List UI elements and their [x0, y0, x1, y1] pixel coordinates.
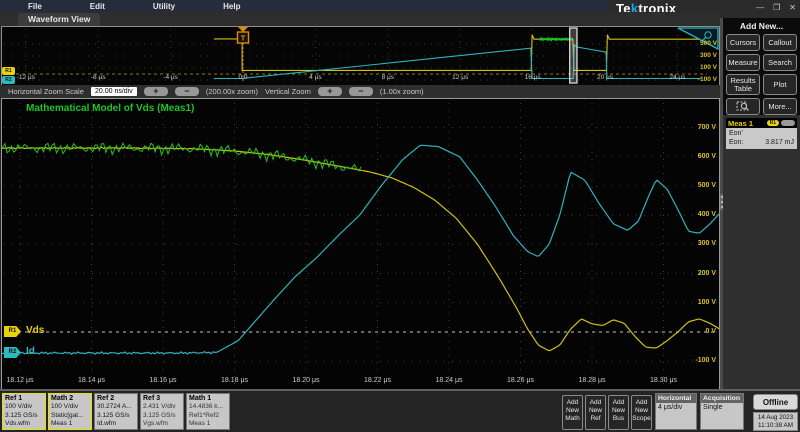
badge-ref2[interactable]: Ref 2 30.2724 A...3.125 GS/sId.wfm [94, 393, 138, 430]
overview-x-tick-label: 20 μs [588, 74, 622, 81]
overview-x-tick-label: 12 μs [443, 74, 477, 81]
y-tick-label: 300 V [676, 240, 716, 247]
zoom-waveform-view[interactable]: Mathematical Model of Vds (Meas1) R1 Vds… [1, 98, 720, 390]
vds-trace-label: Vds [26, 325, 44, 336]
badge-ref1[interactable]: Ref 1 100 V/div3.125 GS/sVds.wfm [2, 393, 46, 430]
vertical-zoom-label: Vertical Zoom [265, 87, 311, 96]
v-zoom-factor-label: (1.00x zoom) [380, 87, 424, 96]
id-trace [2, 145, 719, 354]
plot-button[interactable]: Plot [763, 74, 797, 95]
menu-utility[interactable]: Utility [153, 2, 175, 11]
waveform-overview[interactable]: T R1 R2 -12 μs-8 μs-4 μs0.04 μs8 μs12 μs… [1, 26, 720, 86]
acquisition-panel[interactable]: Acquisition Single [700, 393, 744, 430]
zoom-controls-bar: Horizontal Zoom Scale 20.00 ns/div + − (… [0, 85, 720, 98]
horizontal-panel[interactable]: Horizontal 4 μs/div [655, 393, 697, 430]
overview-x-tick-label: -8 μs [81, 74, 115, 81]
x-tick-label: 18.24 μs [427, 377, 471, 384]
add-new-ref-button[interactable]: AddNewRef [585, 395, 606, 430]
menu-help[interactable]: Help [223, 2, 240, 11]
horizontal-zoom-scale-input[interactable]: 20.00 ns/div [91, 87, 137, 96]
v-zoom-plus-button[interactable]: + [318, 87, 342, 96]
x-tick-label: 18.12 μs [0, 377, 42, 384]
h-zoom-plus-button[interactable]: + [144, 87, 168, 96]
x-tick-label: 18.22 μs [356, 377, 400, 384]
badge-math1[interactable]: Math 1 14.4836 k...Ref1*Ref2Meas 1 [186, 393, 230, 430]
oscilloscope-screen: File Edit Utility Help Tektronix — ❐ ✕ W… [0, 0, 800, 432]
meas1-stat-label: Eon: [729, 138, 743, 147]
datetime-display: 14 Aug 2023 11:10:38 AM [753, 412, 798, 431]
overview-x-tick-label: 4 μs [298, 74, 332, 81]
zoom-overview-button[interactable] [726, 98, 760, 115]
y-tick-label: 500 V [676, 182, 716, 189]
v-zoom-minus-button[interactable]: − [349, 87, 373, 96]
x-tick-label: 18.18 μs [213, 377, 257, 384]
restore-icon[interactable]: ❐ [773, 4, 780, 12]
menu-edit[interactable]: Edit [90, 2, 105, 11]
overview-y-tick-label: 500 V [687, 40, 717, 47]
add-new-header: Add New... [726, 21, 797, 31]
y-tick-label: 200 V [676, 270, 716, 277]
settings-bar: Ref 1 100 V/div3.125 GS/sVds.wfm Math 2 … [0, 389, 800, 432]
vds-trace [2, 147, 719, 350]
overview-x-tick-label: -4 μs [154, 74, 188, 81]
meas1-expand-pill[interactable] [781, 120, 795, 126]
y-tick-label: 600 V [676, 153, 716, 160]
x-tick-label: 18.28 μs [570, 377, 614, 384]
h-zoom-minus-button[interactable]: − [175, 87, 199, 96]
badge-math2[interactable]: Math 2 100 V/divStatic[gat...Meas 1 [48, 393, 92, 430]
overview-x-tick-label: 8 μs [371, 74, 405, 81]
zoom-grid-icon [736, 101, 750, 112]
x-tick-label: 18.14 μs [70, 377, 114, 384]
meas1-name: Eon' [729, 129, 743, 138]
y-tick-label: 700 V [676, 124, 716, 131]
measure-button[interactable]: Measure [726, 54, 760, 71]
overview-y-tick-label: 300 V [687, 52, 717, 59]
minimize-icon[interactable]: — [756, 4, 764, 12]
trigger-marker[interactable]: T [238, 27, 249, 43]
y-tick-label: -100 V [676, 357, 716, 364]
callout-button[interactable]: Callout [763, 34, 797, 51]
horizontal-zoom-scale-label: Horizontal Zoom Scale [8, 87, 84, 96]
svg-text:T: T [241, 34, 246, 43]
overview-zoom-window[interactable] [570, 28, 577, 83]
tab-bar: Waveform View [0, 12, 720, 27]
y-tick-label: 0 V [676, 328, 716, 335]
offline-button[interactable]: Offline [753, 394, 798, 410]
menu-bar: File Edit Utility Help [0, 0, 608, 12]
meas1-source-pill: R1 [767, 120, 779, 126]
add-new-math-button[interactable]: AddNewMath [562, 395, 583, 430]
search-button[interactable]: Search [763, 54, 797, 71]
add-new-bus-button[interactable]: AddNewBus [608, 395, 629, 430]
y-tick-label: 400 V [676, 211, 716, 218]
x-tick-label: 18.26 μs [499, 377, 543, 384]
x-tick-label: 18.20 μs [284, 377, 328, 384]
cursors-button[interactable]: Cursors [726, 34, 760, 51]
add-new-panel: Add New... Cursors Callout Measure Searc… [723, 18, 800, 115]
meas1-stat-value: 3.817 mJ [765, 138, 794, 147]
results-table-button[interactable]: Results Table [726, 74, 760, 95]
sidebar: Add New... Cursors Callout Measure Searc… [723, 18, 800, 389]
y-tick-label: 100 V [676, 299, 716, 306]
close-icon[interactable]: ✕ [789, 4, 796, 12]
x-tick-label: 18.30 μs [642, 377, 686, 384]
meas1-title: Meas 1 [728, 119, 767, 128]
h-zoom-factor-label: (200.00x zoom) [206, 87, 258, 96]
menu-file[interactable]: File [28, 2, 42, 11]
overview-model-trace [539, 38, 573, 40]
overview-vds-trace [214, 35, 701, 71]
x-tick-label: 18.16 μs [141, 377, 185, 384]
overview-x-tick-label: 0.0 [226, 74, 260, 81]
id-trace-label: Id [26, 346, 35, 357]
tab-waveform-view[interactable]: Waveform View [18, 13, 100, 26]
add-new-scope-button[interactable]: AddNewScope [631, 395, 652, 430]
overview-y-tick-label: 100 V [687, 64, 717, 71]
overview-x-tick-label: 16 μs [516, 74, 550, 81]
overview-y-tick-label: -100 V [687, 76, 717, 83]
meas1-results-badge[interactable]: Meas 1 R1 Eon' Eon: 3.817 mJ [726, 118, 797, 149]
plot-title: Mathematical Model of Vds (Meas1) [26, 103, 194, 114]
badge-ref3[interactable]: Ref 3 2.431 V/div3.125 GS/sVgs.wfm [140, 393, 184, 430]
more-button[interactable]: More... [763, 98, 797, 115]
math-model-trace [2, 142, 361, 171]
overview-x-tick-label: -12 μs [9, 74, 43, 81]
